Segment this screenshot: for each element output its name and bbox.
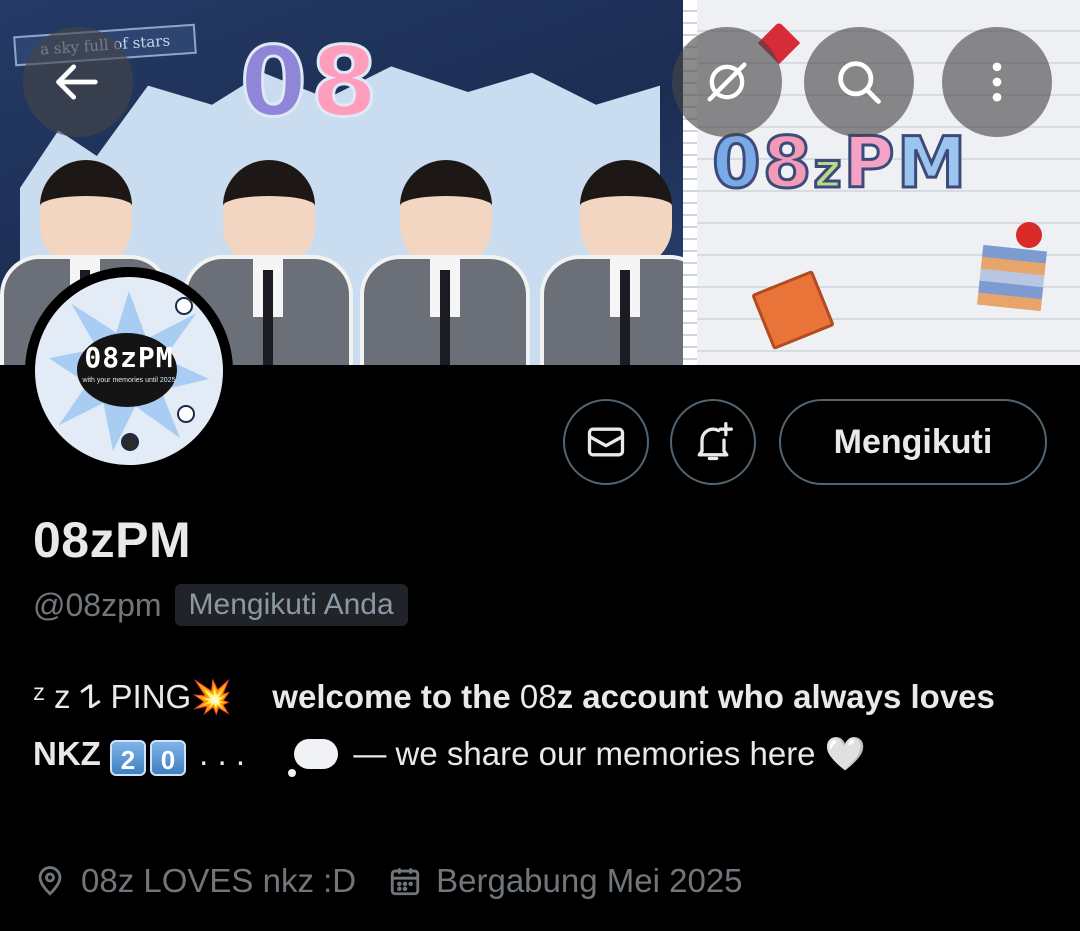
bio-lead: ᶻ z 𐰁 PING💥 xyxy=(33,678,233,715)
bell-plus-icon xyxy=(697,422,733,461)
calendar-icon xyxy=(390,868,420,896)
eye-slash-icon xyxy=(707,62,747,102)
profile-bio: ᶻ z 𐰁 PING💥 welcome to the 08z account wh… xyxy=(33,668,1043,782)
banner-digit: 0 xyxy=(239,26,311,138)
keycap-badge: 0 xyxy=(150,740,186,776)
hide-content-button[interactable] xyxy=(672,27,782,137)
avatar-image: 08zPM with your memories until 2025 xyxy=(35,277,223,465)
back-button[interactable] xyxy=(23,27,133,137)
more-vertical-icon xyxy=(992,62,1002,102)
handle-row: @08zpm Mengikuti Anda xyxy=(33,584,408,626)
user-handle: @08zpm xyxy=(33,586,162,623)
search-button[interactable] xyxy=(804,27,914,137)
location-item: 08z LOVES nkz :D xyxy=(33,862,356,900)
avatar-clock-sticker xyxy=(177,405,195,423)
bio-welcome-a: welcome to the xyxy=(272,678,520,715)
banner-books-sticker xyxy=(977,244,1047,312)
arrow-left-icon xyxy=(56,64,98,100)
search-icon xyxy=(838,61,881,104)
bio-dots: . . . xyxy=(199,735,246,772)
banner-apple-sticker xyxy=(1016,222,1042,248)
joined-item: Bergabung Mei 2025 xyxy=(388,862,743,900)
more-options-button[interactable] xyxy=(942,27,1052,137)
avatar-logo-text: 08zPM xyxy=(84,341,174,374)
profile-meta: 08z LOVES nkz :D Bergabung Mei 2025 xyxy=(33,862,743,900)
banner-digit: 8 xyxy=(309,26,382,138)
keycap-badge: 2 xyxy=(110,740,146,776)
display-name: 08zPM xyxy=(33,512,192,568)
bio-memories: — we share our memories here xyxy=(353,735,816,772)
banner-big-digits: 08 xyxy=(239,33,382,132)
avatar-subtext: with your memories until 2025 xyxy=(82,377,176,384)
notification-bell-button[interactable] xyxy=(670,399,756,485)
thought-bubble-icon xyxy=(288,739,339,777)
banner-member-photo xyxy=(360,160,530,365)
bio-welcome-num: 08 xyxy=(519,678,557,715)
avatar[interactable]: 08zPM with your memories until 2025 xyxy=(25,267,233,475)
avatar-moon-sticker xyxy=(175,297,193,315)
location-text: 08z LOVES nkz :D xyxy=(81,862,357,899)
avatar-cd-sticker xyxy=(121,433,139,451)
follows-you-badge: Mengikuti Anda xyxy=(174,584,408,626)
white-heart-icon: 🤍 xyxy=(824,735,866,772)
joined-date-text: Bergabung Mei 2025 xyxy=(436,862,743,899)
banner-logo: 08zPM xyxy=(711,122,969,204)
message-button[interactable] xyxy=(563,399,649,485)
location-pin-icon xyxy=(38,866,62,896)
envelope-icon xyxy=(587,427,625,457)
following-button[interactable]: Mengikuti xyxy=(779,399,1047,485)
